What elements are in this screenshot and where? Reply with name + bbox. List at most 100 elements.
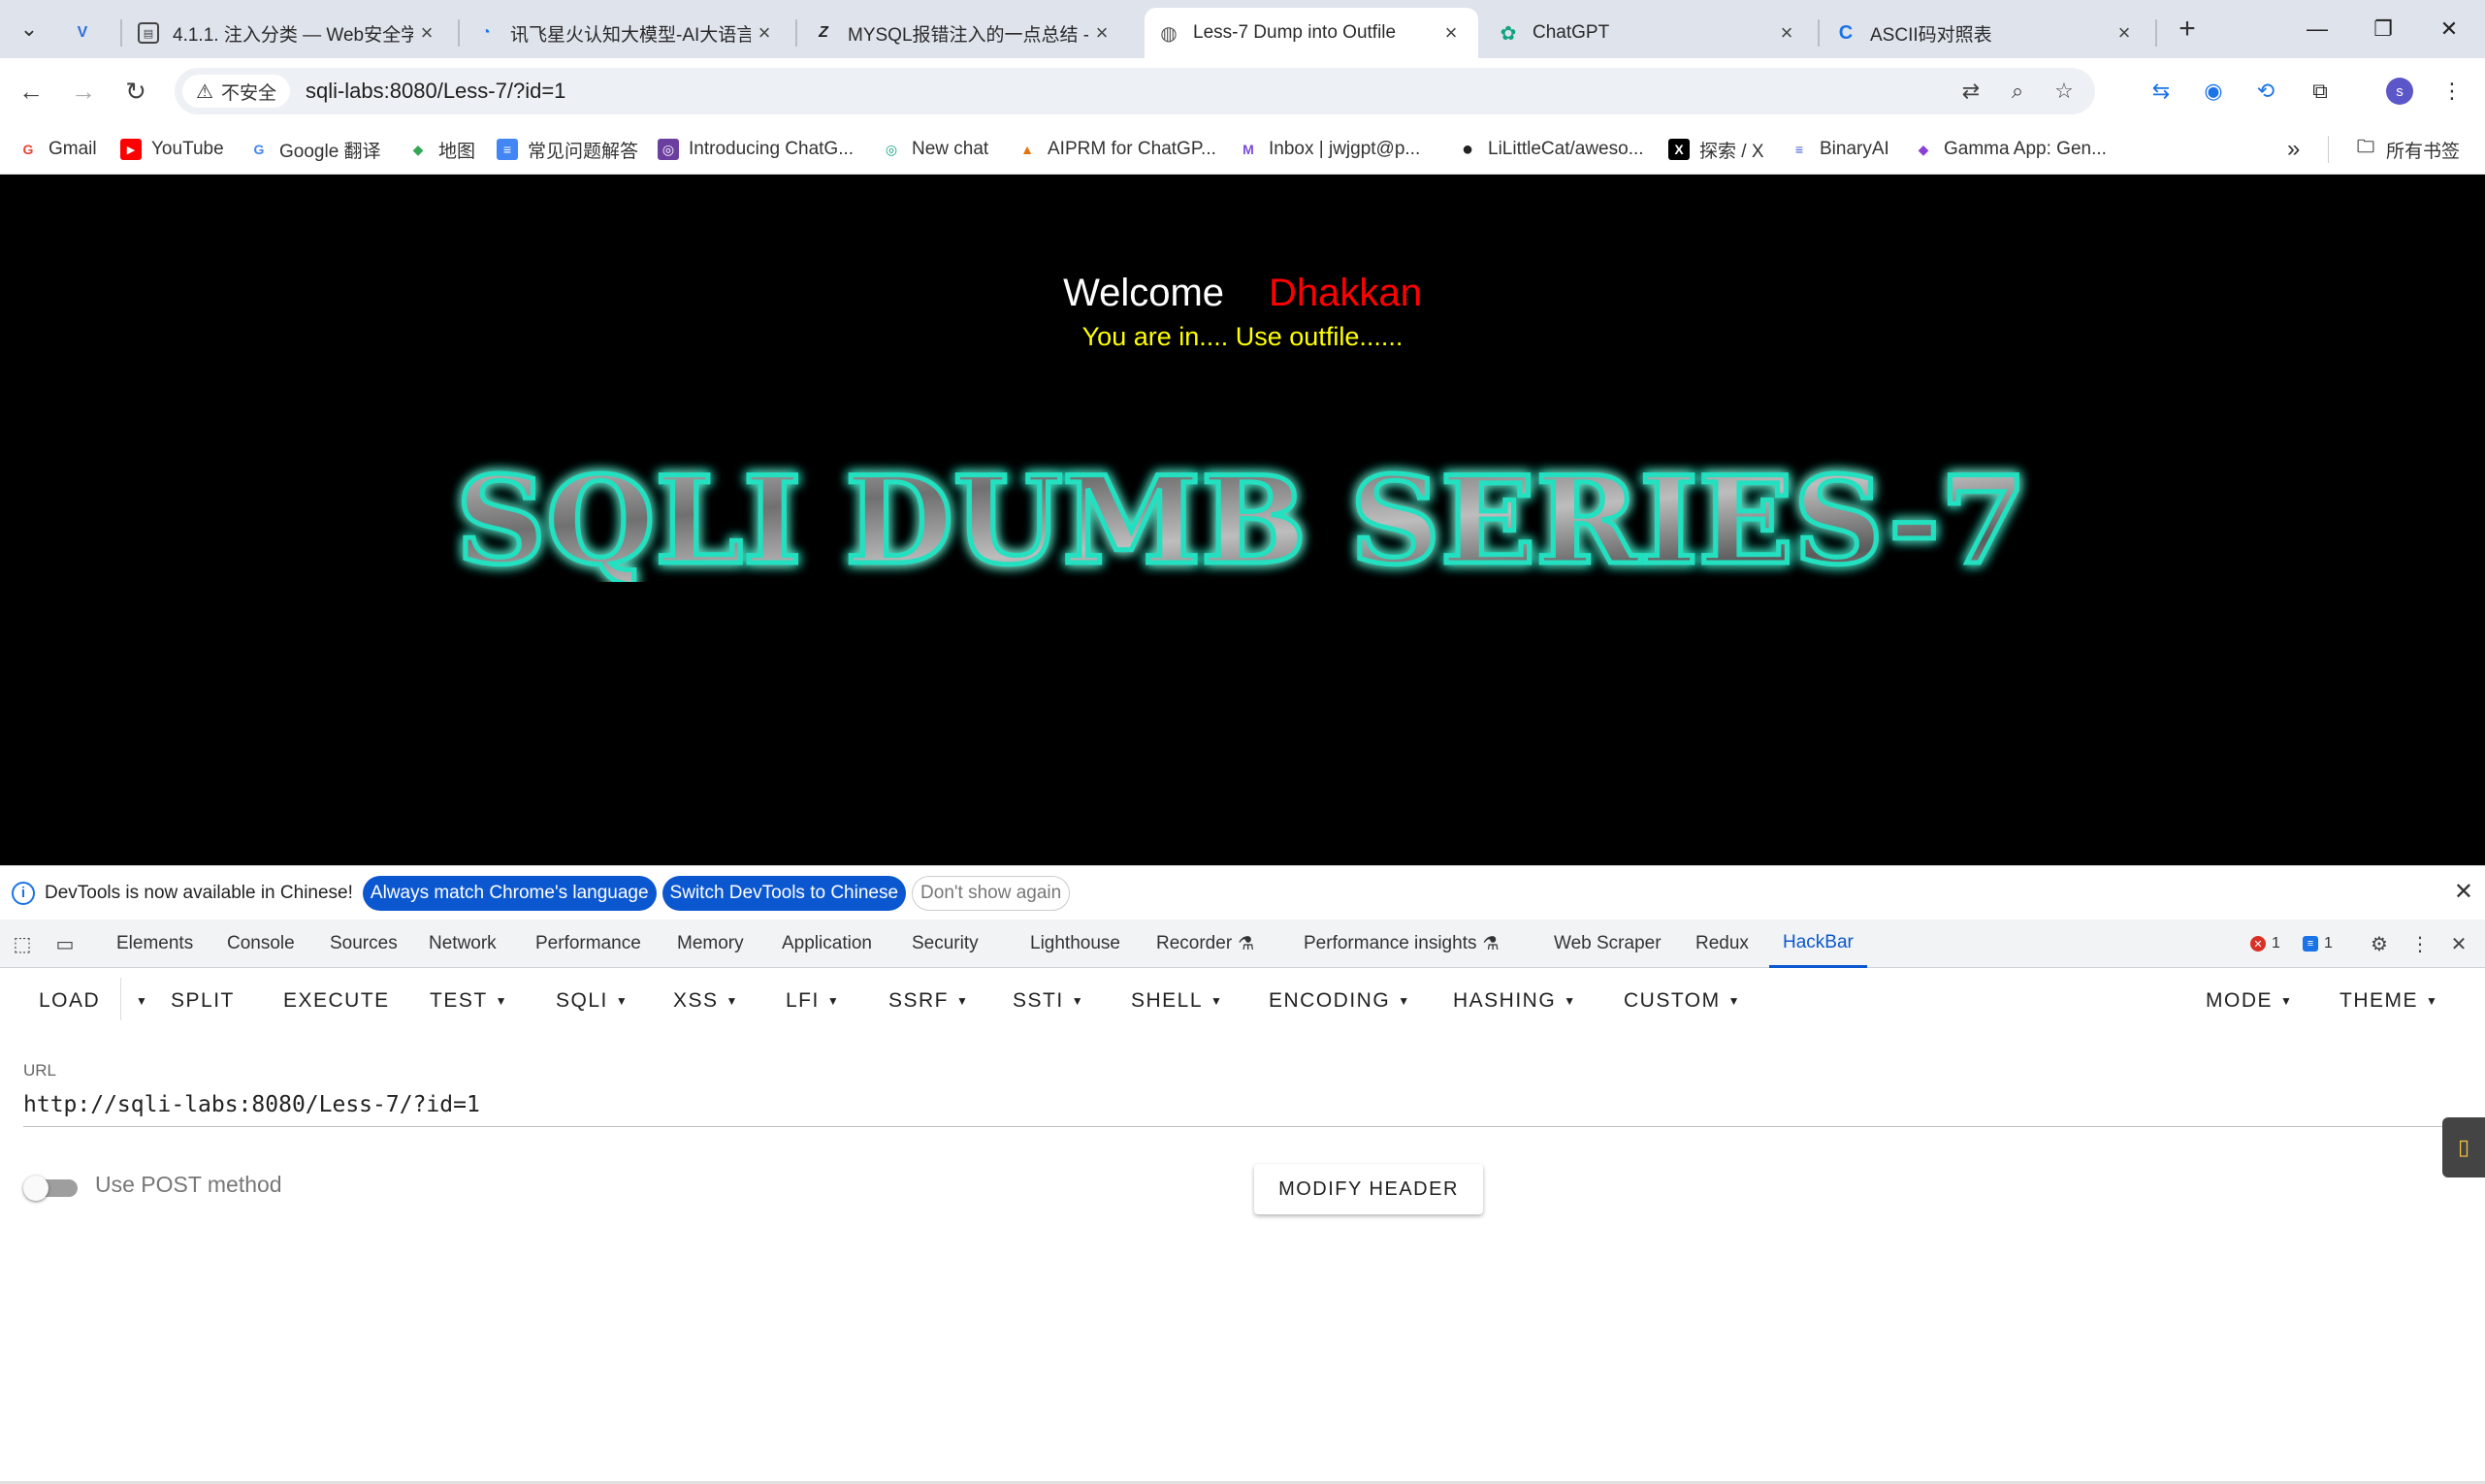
bookmarks-overflow-button[interactable]: » — [2287, 134, 2300, 165]
new-tab-button[interactable]: + — [2168, 10, 2207, 48]
arrow-right-icon: → — [71, 76, 96, 106]
close-icon[interactable]: × — [1773, 20, 1800, 46]
load-button[interactable]: LOAD — [39, 982, 100, 1020]
restore-button[interactable]: ❐ — [2351, 0, 2415, 58]
encoding-menu[interactable]: ENCODING ▼ — [1269, 982, 1411, 1020]
reload-button[interactable]: ↻ — [116, 72, 155, 111]
bookmark-google-translate[interactable]: G Google 翻译 — [248, 134, 381, 165]
xss-menu[interactable]: XSS ▼ — [673, 982, 739, 1020]
tab-security[interactable]: Security — [912, 919, 979, 968]
tab-less7[interactable]: ◍ Less-7 Dump into Outfile × — [1145, 8, 1478, 58]
match-language-button[interactable]: Always match Chrome's language — [362, 875, 657, 911]
execute-button[interactable]: EXECUTE — [283, 982, 390, 1020]
error-count-badge[interactable]: ✕ 1 — [2250, 931, 2280, 956]
star-icon[interactable]: ☆ — [2041, 79, 2087, 104]
bookmark-binaryai[interactable]: ≡ BinaryAI — [1789, 134, 1889, 165]
back-button[interactable]: ← — [12, 72, 50, 111]
bookmark-faq[interactable]: ≡ 常见问题解答 — [497, 134, 638, 165]
inspect-element-icon[interactable]: ⬚ — [8, 929, 37, 958]
bookmark-introducing-chatgpt[interactable]: ◎ Introducing ChatG... — [658, 134, 854, 165]
tab-application[interactable]: Application — [782, 919, 872, 968]
switch-devtools-chinese-button[interactable]: Switch DevTools to Chinese — [662, 875, 907, 911]
mode-menu[interactable]: MODE ▼ — [2206, 982, 2293, 1020]
close-icon[interactable]: × — [2111, 20, 2138, 46]
banner-text: SQLI DUMB SERIES-7 — [456, 456, 2027, 582]
bookmark-gmail[interactable]: G Gmail — [17, 134, 97, 165]
bookmark-x[interactable]: X 探索 / X — [1668, 134, 1764, 165]
tab-performance-insights[interactable]: Performance insights ⚗ — [1304, 919, 1500, 968]
post-method-toggle[interactable] — [23, 1176, 78, 1201]
split-button[interactable]: SPLIT — [171, 982, 235, 1020]
url-input[interactable]: http://sqli-labs:8080/Less-7/?id=1 — [23, 1090, 2458, 1127]
tab-ascii[interactable]: C ASCII码对照表 × — [1822, 8, 2151, 58]
translate-extension-icon[interactable]: ⇆ — [2142, 72, 2180, 111]
menu-label: LFI — [786, 989, 820, 1012]
zoom-icon[interactable]: ⌕ — [1994, 79, 2041, 104]
sqli-menu[interactable]: SQLI ▼ — [556, 982, 629, 1020]
browser-toolbar: ← → ↻ ⚠ 不安全 sqli-labs:8080/Less-7/?id=1 … — [0, 58, 2485, 124]
tab-elements[interactable]: Elements — [116, 919, 193, 968]
gear-icon[interactable]: ⚙ — [2365, 929, 2394, 958]
bookmark-github[interactable]: ● LiLittleCat/aweso... — [1457, 134, 1644, 165]
minimize-button[interactable]: — — [2285, 0, 2349, 58]
tab-redux[interactable]: Redux — [1695, 919, 1749, 968]
tab-title: ASCII码对照表 — [1870, 24, 1992, 46]
ssrf-menu[interactable]: SSRF ▼ — [888, 982, 969, 1020]
tab-chatgpt[interactable]: ✿ ChatGPT × — [1484, 8, 1814, 58]
tab-lighthouse[interactable]: Lighthouse — [1030, 919, 1120, 968]
address-bar[interactable]: ⚠ 不安全 sqli-labs:8080/Less-7/?id=1 ⇄ ⌕ ☆ — [175, 68, 2095, 114]
puzzle-icon[interactable]: ⧉ — [2301, 72, 2340, 111]
bookmark-inbox[interactable]: M Inbox | jwjgpt@p... — [1238, 134, 1420, 165]
tab-performance[interactable]: Performance — [535, 919, 641, 968]
security-chip[interactable]: ⚠ 不安全 — [182, 75, 290, 108]
tab-memory[interactable]: Memory — [677, 919, 744, 968]
bookmark-youtube[interactable]: ▶ YouTube — [120, 134, 224, 165]
bookmark-new-chat[interactable]: ◎ New chat — [881, 134, 988, 165]
close-icon[interactable]: ✕ — [2444, 929, 2473, 958]
message-count-badge[interactable]: ≡ 1 — [2303, 931, 2333, 956]
bookmark-gamma[interactable]: ◆ Gamma App: Gen... — [1913, 134, 2107, 165]
tab-network[interactable]: Network — [429, 919, 497, 968]
device-toolbar-icon[interactable]: ▭ — [50, 929, 80, 958]
kebab-menu-icon[interactable]: ⋮ — [2433, 72, 2471, 111]
lfi-menu[interactable]: LFI ▼ — [786, 982, 840, 1020]
tab-web-security[interactable]: ▤ 4.1.1. 注入分类 — Web安全学 × — [124, 8, 454, 58]
hashing-menu[interactable]: HASHING ▼ — [1453, 982, 1577, 1020]
shell-menu[interactable]: SHELL ▼ — [1131, 982, 1223, 1020]
tab-vue[interactable]: V — [58, 8, 116, 58]
close-icon[interactable]: × — [1437, 20, 1465, 46]
window-close-button[interactable]: ✕ — [2417, 0, 2481, 58]
tab-mysql[interactable]: Z MYSQL报错注入的一点总结 - × — [799, 8, 1129, 58]
close-icon[interactable]: × — [1088, 20, 1115, 46]
custom-menu[interactable]: CUSTOM ▼ — [1624, 982, 1741, 1020]
load-dropdown-button[interactable]: ▼ — [128, 982, 148, 1020]
tab-sources[interactable]: Sources — [330, 919, 398, 968]
x-logo-icon: X — [1668, 139, 1690, 160]
modify-header-button[interactable]: MODIFY HEADER — [1254, 1164, 1483, 1214]
close-icon[interactable]: × — [413, 20, 440, 46]
kebab-menu-icon[interactable]: ⋮ — [2405, 929, 2435, 958]
tab-search-dropdown[interactable]: ⌄ — [10, 10, 48, 48]
test-menu[interactable]: TEST ▼ — [430, 982, 508, 1020]
theme-menu[interactable]: THEME ▼ — [2340, 982, 2438, 1020]
tab-console[interactable]: Console — [227, 919, 295, 968]
tab-recorder[interactable]: Recorder ⚗ — [1156, 919, 1254, 968]
close-icon[interactable]: ✕ — [2454, 878, 2473, 906]
bookmark-maps[interactable]: ◆ 地图 — [407, 134, 475, 165]
tab-xunfei[interactable]: ◔ 讯飞星火认知大模型-AI大语言 × — [462, 8, 791, 58]
forward-button[interactable]: → — [64, 72, 103, 111]
ssti-menu[interactable]: SSTI ▼ — [1013, 982, 1084, 1020]
close-icon[interactable]: × — [751, 20, 778, 46]
sync-extension-icon[interactable]: ⟲ — [2246, 72, 2285, 111]
profile-button[interactable]: s — [2380, 72, 2419, 111]
translate-icon[interactable]: ⇄ — [1948, 79, 1994, 104]
tab-hackbar[interactable]: HackBar — [1769, 919, 1867, 968]
caret-down-icon: ▼ — [1564, 994, 1577, 1008]
dont-show-again-button[interactable]: Don't show again — [912, 875, 1071, 911]
url-text[interactable]: sqli-labs:8080/Less-7/?id=1 — [306, 79, 565, 104]
tab-web-scraper[interactable]: Web Scraper — [1554, 919, 1662, 968]
bookmark-aiprm[interactable]: ▲ AIPRM for ChatGP... — [1017, 134, 1216, 165]
all-bookmarks-folder[interactable]: 🗀 所有书签 — [2355, 134, 2460, 165]
copilot-extension-icon[interactable]: ◉ — [2194, 72, 2233, 111]
side-panel-handle[interactable]: ▯ — [2442, 1117, 2485, 1178]
